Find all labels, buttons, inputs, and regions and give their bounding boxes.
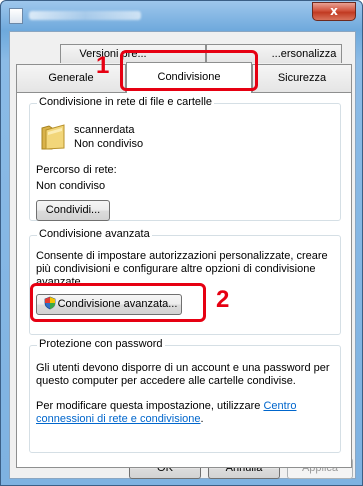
- callout-box-condivisione-tab: [120, 50, 258, 91]
- callout-box-advanced-sharing: [30, 283, 206, 322]
- change-prefix: Per modificare questa impostazione, util…: [36, 400, 261, 412]
- share-button[interactable]: Condividi...: [36, 200, 110, 221]
- window-title-blurred: [29, 11, 141, 20]
- folder-icon: [41, 124, 65, 150]
- callout-number-2: 2: [216, 286, 230, 313]
- folder-name: scannerdata: [74, 124, 135, 136]
- tab-generale[interactable]: Generale: [16, 64, 126, 92]
- title-bar[interactable]: x: [1, 1, 362, 31]
- network-path-value: Non condiviso: [36, 180, 106, 192]
- password-protection-description: Gli utenti devono disporre di un account…: [36, 362, 330, 387]
- group-legend: Protezione con password: [37, 338, 165, 350]
- dialog-client-area: Versioni pre... ...ersonalizza Generale …: [9, 31, 356, 479]
- network-path-label: Percorso di rete:: [36, 164, 117, 176]
- change-suffix: .: [200, 413, 204, 425]
- folder-sharing-status: Non condiviso: [74, 138, 144, 150]
- close-button[interactable]: x: [312, 2, 356, 21]
- group-legend: Condivisione avanzata: [37, 228, 152, 240]
- password-protection-change-text: Per modificare questa impostazione, util…: [36, 400, 336, 426]
- tab-label: Sicurezza: [277, 72, 327, 84]
- password-protection-group: Protezione con password Gli utenti devon…: [29, 338, 341, 453]
- window-icon: [9, 8, 23, 24]
- tab-label: Generale: [48, 72, 94, 84]
- group-legend: Condivisione in rete di file e cartelle: [37, 96, 215, 108]
- sharing-tab-panel: Condivisione in rete di file e cartelle …: [16, 92, 352, 468]
- network-sharing-group: Condivisione in rete di file e cartelle …: [29, 96, 341, 221]
- callout-number-1: 1: [96, 52, 110, 79]
- tab-sicurezza[interactable]: Sicurezza: [252, 64, 352, 92]
- tab-label: ...ersonalizza: [271, 48, 337, 60]
